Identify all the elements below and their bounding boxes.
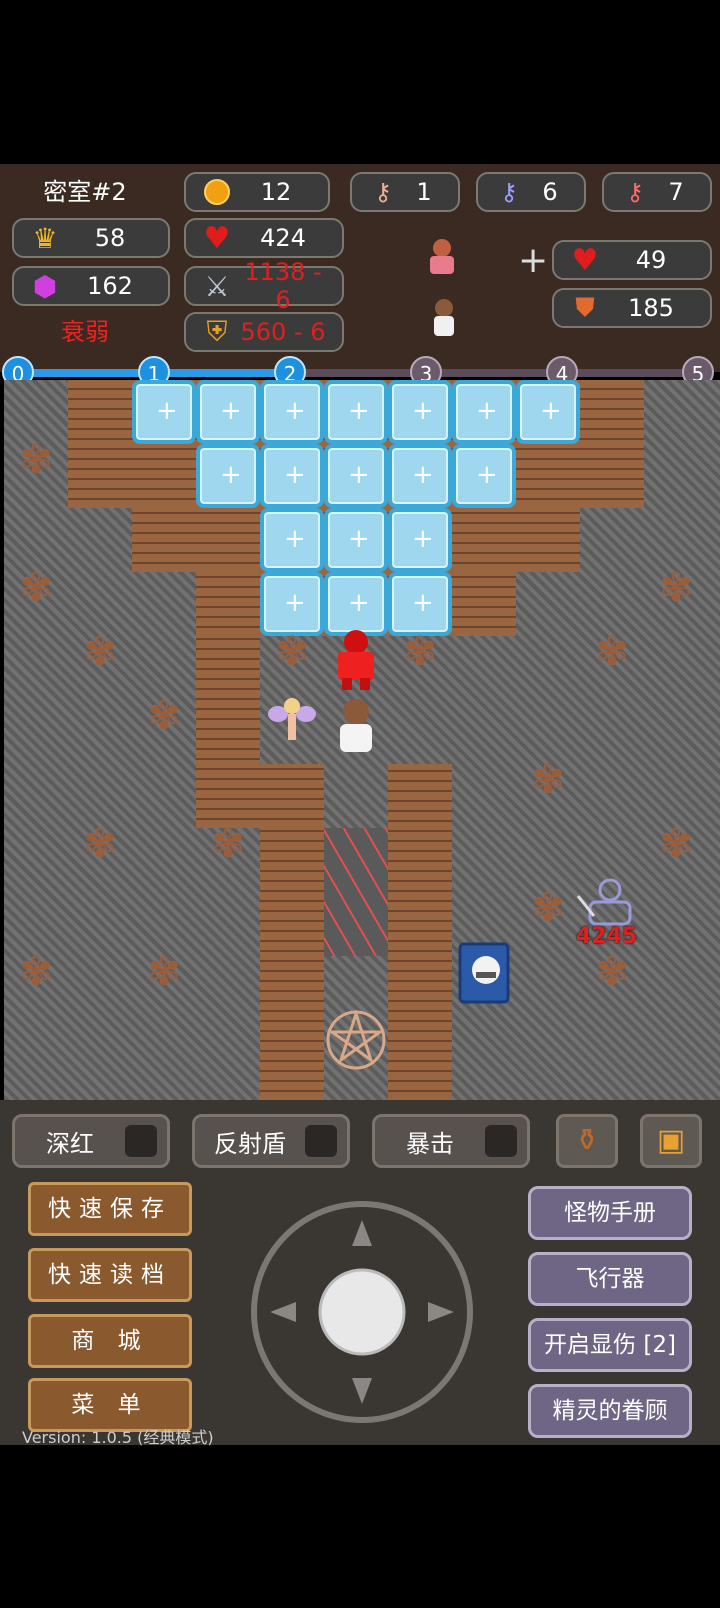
root-decoration: ✾ [531, 885, 565, 931]
dirt-wall [260, 828, 324, 1100]
ice-block[interactable] [260, 444, 324, 508]
ice-block[interactable] [324, 380, 388, 444]
root-decoration: ✾ [659, 821, 693, 867]
toggle-checkbox[interactable] [125, 1125, 157, 1157]
ally-hp-stat: ♥ 49 [552, 240, 712, 280]
virtual-joystick[interactable] [246, 1196, 478, 1428]
fairy-npc[interactable] [268, 692, 316, 748]
floor-name: 密室#2 [43, 178, 127, 206]
hero-player[interactable] [328, 696, 384, 756]
dirt-wall [196, 764, 324, 828]
level-stat: ♛ 58 [12, 218, 170, 258]
yellow-key-icon: ⚷ [374, 178, 392, 206]
damage-display-button[interactable]: 开启显伤 [2] [528, 1318, 692, 1372]
progress-track [302, 369, 700, 377]
toggle-reflect-shield[interactable]: 反射盾 [192, 1114, 350, 1168]
shop-button[interactable]: 商 城 [28, 1314, 192, 1368]
toggle-checkbox[interactable] [485, 1125, 517, 1157]
plus-sign: + [518, 240, 549, 281]
toggle-crimson[interactable]: 深红 [12, 1114, 170, 1168]
heart-icon: ♥ [571, 242, 599, 278]
hp-stat: ♥ 424 [184, 218, 344, 258]
ice-block[interactable] [516, 380, 580, 444]
root-decoration: ✾ [531, 757, 565, 803]
blue-key-stat: ⚷ 6 [476, 172, 586, 212]
ally-fairy-icon [424, 296, 464, 340]
root-decoration: ✾ [19, 437, 53, 483]
root-decoration: ✾ [595, 629, 629, 675]
ice-block[interactable] [324, 508, 388, 572]
gold-stat: 12 [184, 172, 330, 212]
dirt-wall [388, 764, 452, 1100]
crest-shield-icon: ⛊ [575, 292, 595, 323]
ice-block[interactable] [452, 444, 516, 508]
red-key-icon: ⚷ [626, 178, 644, 206]
coin-icon [200, 175, 234, 209]
yellow-key-stat: ⚷ 1 [350, 172, 460, 212]
red-key-stat: ⚷ 7 [602, 172, 712, 212]
game-map[interactable]: ✾ ✾ ✾ ✾ ✾ ✾ ✾ ✾ ✾ ✾ ✾ ✾ ✾ ✾ ✾ ✾ 4245 [4, 380, 720, 1100]
ice-block[interactable] [196, 380, 260, 444]
quick-save-button[interactable]: 快速保存 [28, 1182, 192, 1236]
ice-block[interactable] [260, 572, 324, 636]
root-decoration: ✾ [19, 565, 53, 611]
root-decoration: ✾ [659, 565, 693, 611]
ally-knight-icon [420, 236, 464, 280]
gem-icon: ⬢ [32, 269, 58, 303]
ice-block[interactable] [388, 572, 452, 636]
ice-block[interactable] [324, 572, 388, 636]
pentagram-teleporter[interactable] [324, 1008, 388, 1072]
root-decoration: ✾ [83, 821, 117, 867]
lava-floor [324, 828, 388, 956]
root-decoration: ✾ [83, 629, 117, 675]
blue-key-icon: ⚷ [500, 178, 518, 206]
ice-block[interactable] [260, 380, 324, 444]
damage-label: 4245 [576, 924, 638, 949]
root-decoration: ✾ [275, 629, 309, 675]
toggle-critical[interactable]: 暴击 [372, 1114, 530, 1168]
attack-stat: ⚔ 1138 - 6 [184, 258, 344, 314]
version-label: Version: 1.0.5 (经典模式) [22, 1428, 214, 1447]
root-decoration: ✾ [211, 821, 245, 867]
root-decoration: ✾ [19, 949, 53, 995]
fairy-favor-button[interactable]: 精灵的眷顾 [528, 1384, 692, 1438]
bag-icon[interactable]: ⚱ [556, 1114, 618, 1168]
gems-stat: ⬢ 162 [12, 266, 170, 306]
heart-icon: ♥ [203, 220, 231, 256]
crown-icon: ♛ [32, 221, 58, 255]
root-decoration: ✾ [595, 949, 629, 995]
monster-book-button[interactable]: 怪物手册 [528, 1186, 692, 1240]
ice-block[interactable] [132, 380, 196, 444]
ally-def-stat: ⛊ 185 [552, 288, 712, 328]
ice-block[interactable] [324, 444, 388, 508]
quick-load-button[interactable]: 快速读档 [28, 1248, 192, 1302]
defense-stat: ⛨ 560 - 6 [184, 312, 344, 352]
sword-icon: ⚔ [204, 269, 230, 303]
flyer-button[interactable]: 飞行器 [528, 1252, 692, 1306]
root-decoration: ✾ [147, 949, 181, 995]
toggle-checkbox[interactable] [305, 1125, 337, 1157]
red-knight-monster[interactable] [324, 628, 388, 692]
monster-book-item[interactable] [458, 942, 510, 1004]
ice-block[interactable] [388, 380, 452, 444]
ice-block[interactable] [388, 508, 452, 572]
ice-block[interactable] [196, 444, 260, 508]
ice-block[interactable] [260, 508, 324, 572]
treasure-chest-icon[interactable]: ▣ [640, 1114, 702, 1168]
status-effect: 衰弱 [61, 318, 109, 346]
shield-icon: ⛨ [206, 315, 228, 348]
root-decoration: ✾ [403, 629, 437, 675]
root-decoration: ✾ [147, 693, 181, 739]
ice-block[interactable] [388, 444, 452, 508]
ice-block[interactable] [452, 380, 516, 444]
